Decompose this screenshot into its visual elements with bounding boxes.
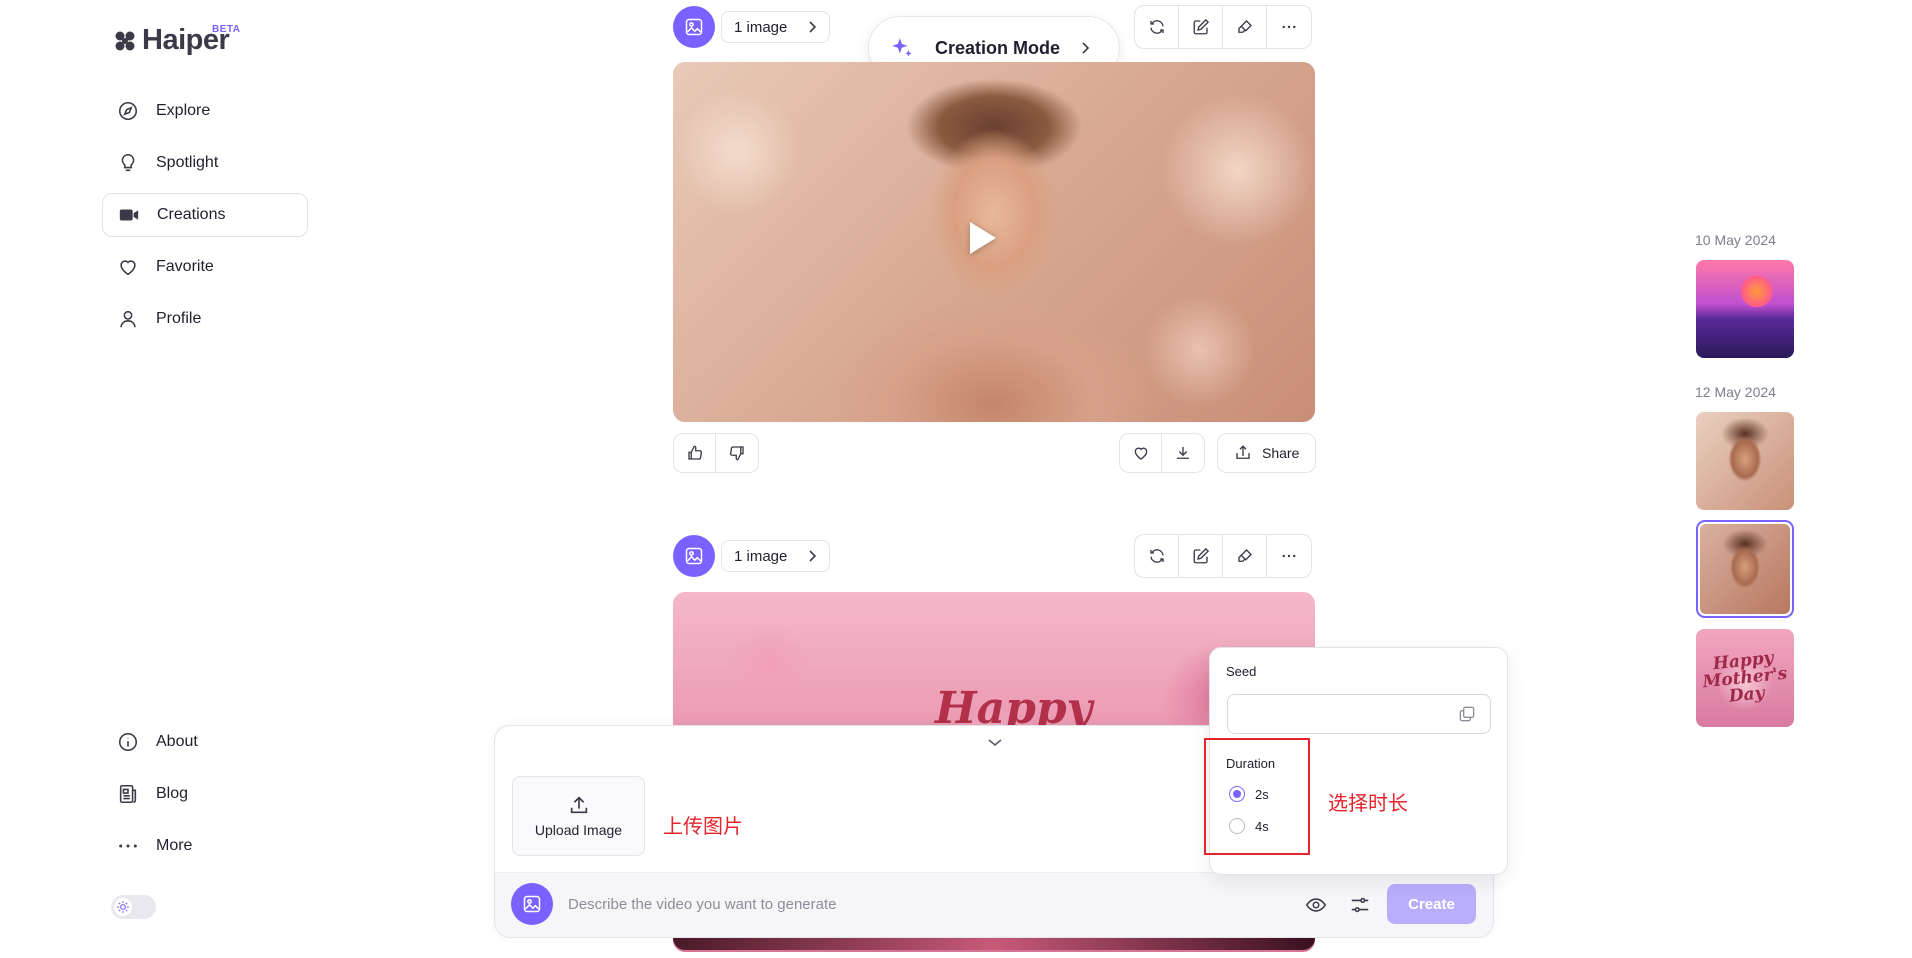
thumbnail-text: Happy Mother's Day [1701, 647, 1789, 707]
refresh-icon [1149, 549, 1164, 563]
edit-icon [1193, 547, 1209, 564]
gallery-thumbnail-selected[interactable] [1696, 520, 1794, 618]
card-toolbar [1134, 5, 1312, 49]
seed-input[interactable] [1227, 694, 1491, 734]
copy-icon[interactable] [1457, 704, 1477, 724]
thumbs-down-icon [729, 446, 744, 461]
gallery-date: 10 May 2024 [1695, 232, 1776, 248]
sidebar-item-label: Profile [156, 310, 202, 327]
haiper-logo-icon [115, 31, 135, 50]
more-dots-icon [1282, 25, 1296, 29]
thumbs-down-button[interactable] [716, 434, 758, 472]
image-icon [523, 895, 541, 913]
share-button[interactable]: Share [1217, 433, 1317, 473]
card-source-button[interactable] [673, 6, 715, 48]
sidebar-item-more[interactable]: More [102, 824, 308, 868]
card-source-pill[interactable]: 1 image [721, 11, 831, 43]
image-icon [685, 547, 703, 565]
sidebar-item-spotlight[interactable]: Spotlight [102, 141, 308, 185]
more-dots-icon [116, 834, 140, 858]
creation-mode-label: Creation Mode [935, 37, 1061, 58]
card-source-pill[interactable]: 1 image [721, 540, 831, 572]
sidebar-item-label: Spotlight [156, 154, 219, 171]
card-toolbar [1134, 534, 1312, 578]
edit-icon [1193, 18, 1209, 35]
haiper-logo[interactable]: Haiper BETA [114, 24, 240, 57]
card-source-button[interactable] [673, 535, 715, 577]
download-icon [1177, 447, 1189, 459]
favorite-button[interactable] [1120, 434, 1162, 472]
brush-button[interactable] [1223, 6, 1267, 48]
seed-label: Seed [1226, 664, 1257, 679]
beta-badge: BETA [212, 24, 241, 35]
brush-icon [1237, 549, 1252, 562]
upload-label: Upload Image [534, 822, 623, 838]
video-camera-icon [117, 203, 141, 227]
sidebar-item-label: Blog [156, 785, 189, 802]
share-icon [1236, 445, 1250, 459]
chevron-right-icon [809, 550, 817, 562]
annotation-duration: 选择时长 [1328, 791, 1408, 815]
edit-button[interactable] [1179, 6, 1223, 48]
sidebar-item-label: More [156, 837, 193, 854]
heart-icon [116, 255, 140, 279]
lightbulb-icon [116, 151, 140, 175]
sparkle-icon [892, 38, 912, 57]
brush-button[interactable] [1223, 535, 1267, 577]
sidebar-item-blog[interactable]: Blog [102, 772, 308, 816]
regenerate-button[interactable] [1135, 535, 1179, 577]
sidebar-item-favorite[interactable]: Favorite [102, 245, 308, 289]
annotation-highlight-box [1204, 738, 1310, 855]
prompt-input[interactable] [568, 893, 1168, 915]
image-reference-button[interactable] [511, 883, 553, 925]
compass-icon [116, 99, 140, 123]
download-button[interactable] [1162, 434, 1204, 472]
annotation-upload: 上传图片 [663, 814, 743, 838]
save-group [1119, 433, 1205, 473]
gallery-thumbnail[interactable]: Happy Mother's Day [1696, 629, 1794, 727]
rating-group [673, 433, 759, 473]
image-icon [685, 18, 703, 36]
sidebar-item-explore[interactable]: Explore [102, 89, 308, 133]
sidebar-item-creations[interactable]: Creations [102, 193, 308, 237]
source-label: 1 image [734, 18, 788, 36]
gallery-date: 12 May 2024 [1695, 384, 1776, 400]
sidebar-item-label: Favorite [156, 258, 214, 275]
more-options-button[interactable] [1267, 535, 1311, 577]
more-dots-icon [1282, 554, 1296, 558]
thumbnail-image [1700, 524, 1790, 614]
blog-icon [116, 782, 140, 806]
sidebar-item-label: Explore [156, 102, 211, 119]
sidebar-item-label: Creations [157, 206, 226, 223]
sidebar-item-label: About [156, 733, 198, 750]
sidebar-item-about[interactable]: About [102, 720, 308, 764]
eye-icon[interactable] [1305, 894, 1327, 916]
sun-icon [114, 898, 132, 916]
brush-icon [1237, 20, 1252, 33]
chevron-down-icon[interactable] [987, 738, 1003, 748]
chevron-right-icon [1082, 42, 1090, 54]
more-options-button[interactable] [1267, 6, 1311, 48]
chevron-right-icon [809, 21, 817, 33]
theme-toggle[interactable] [111, 895, 156, 919]
upload-image-button[interactable]: Upload Image [512, 776, 645, 856]
info-icon [116, 730, 140, 754]
play-icon[interactable] [970, 222, 996, 254]
refresh-icon [1149, 20, 1164, 34]
edit-button[interactable] [1179, 535, 1223, 577]
settings-sliders-icon[interactable] [1349, 894, 1371, 916]
gallery-thumbnail[interactable] [1696, 412, 1794, 510]
share-label: Share [1262, 445, 1300, 461]
sidebar-item-profile[interactable]: Profile [102, 297, 308, 341]
source-label: 1 image [734, 547, 788, 565]
thumbs-up-icon [687, 445, 702, 460]
create-button[interactable]: Create [1387, 884, 1476, 924]
regenerate-button[interactable] [1135, 6, 1179, 48]
user-icon [116, 307, 140, 331]
gallery-thumbnail[interactable] [1696, 260, 1794, 358]
thumbs-up-button[interactable] [674, 434, 716, 472]
heart-icon [1134, 447, 1147, 460]
upload-icon [570, 796, 587, 814]
